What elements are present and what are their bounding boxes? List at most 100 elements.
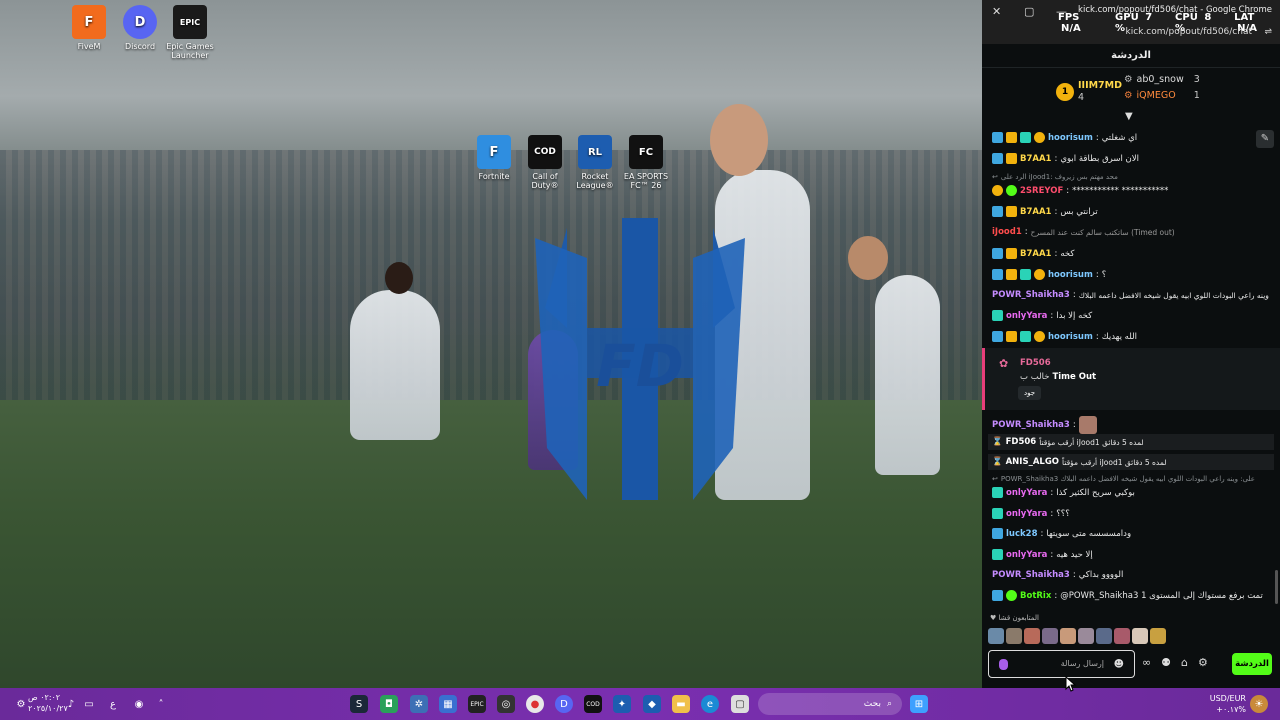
scrollbar[interactable] bbox=[1275, 570, 1278, 604]
reply-context: ↩ الرد على iJood1: محد مهتم بس زيروف bbox=[992, 173, 1270, 181]
desktop-icon-cod[interactable]: COD Call of Duty® bbox=[519, 135, 571, 190]
chat-message[interactable]: hoorisum: اي شغلتي bbox=[992, 132, 1270, 143]
app-icon[interactable]: ◎ bbox=[497, 695, 515, 713]
chat-message[interactable]: POWR_Shaikha3: bbox=[992, 416, 1270, 434]
app-icon[interactable]: ✦ bbox=[613, 695, 631, 713]
start-icon[interactable]: ⊞ bbox=[910, 695, 928, 713]
chat-message[interactable]: onlyYara: كخه إلا بدا bbox=[992, 310, 1270, 321]
message-text: ساتكتب سالم كنت عند المسرح (Timed out) bbox=[1030, 227, 1175, 237]
desktop-icon-ea-fc[interactable]: FC EA SPORTS FC™ 26 bbox=[620, 135, 672, 190]
app-icon[interactable]: ◘ bbox=[380, 695, 398, 713]
username[interactable]: iJood1 bbox=[992, 227, 1022, 237]
leader-1[interactable]: 1 IIIM7MD 4 bbox=[1056, 80, 1122, 104]
infinity-icon[interactable]: ∞ bbox=[1142, 656, 1151, 669]
desktop-icon-rocket-league[interactable]: RL Rocket League® bbox=[569, 135, 621, 190]
username[interactable]: POWR_Shaikha3 bbox=[992, 290, 1070, 300]
chat-message[interactable]: POWR_Shaikha3: الوووو بداكي bbox=[992, 570, 1270, 580]
avatar[interactable] bbox=[1078, 628, 1094, 644]
chat-message[interactable]: BotRix: @POWR_Shaikha3 تمت برفع مستواك إ… bbox=[992, 590, 1270, 601]
username[interactable]: onlyYara bbox=[1006, 311, 1047, 321]
chevron-up-icon[interactable]: ˄ bbox=[152, 695, 170, 713]
avatar[interactable] bbox=[1042, 628, 1058, 644]
language-indicator[interactable]: ع bbox=[104, 695, 122, 713]
username[interactable]: luck28 bbox=[1006, 529, 1038, 539]
gear-icon[interactable]: ⚙ bbox=[1198, 656, 1208, 669]
avatar[interactable] bbox=[1114, 628, 1130, 644]
username[interactable]: 2SREYOF bbox=[1020, 186, 1063, 196]
chrome-icon[interactable]: ● bbox=[526, 695, 544, 713]
users-icon[interactable]: ⚉ bbox=[1161, 656, 1171, 669]
chat-message[interactable]: onlyYara: بوكبي سريح الكثير كذا bbox=[992, 487, 1270, 498]
mic-icon[interactable] bbox=[999, 659, 1008, 670]
gift-icon[interactable]: ⌂ bbox=[1181, 656, 1188, 669]
currency-label: USD/EUR bbox=[1209, 694, 1246, 703]
username[interactable]: POWR_Shaikha3 bbox=[992, 570, 1070, 580]
mic-icon[interactable]: ◉ bbox=[130, 695, 148, 713]
chevron-down-icon[interactable]: ▼ bbox=[1125, 111, 1133, 122]
username[interactable]: B7AA1 bbox=[1020, 207, 1051, 217]
volume-icon[interactable]: ♪ bbox=[62, 695, 80, 713]
avatar[interactable] bbox=[1150, 628, 1166, 644]
username[interactable]: FD506 bbox=[1006, 437, 1037, 447]
chat-message[interactable]: 2SREYOF: *********** *********** bbox=[992, 185, 1270, 196]
search-box[interactable]: بحث ⌕ bbox=[758, 693, 902, 715]
close-icon[interactable]: ✕ bbox=[992, 5, 1001, 18]
mod-username[interactable]: FD506 bbox=[1020, 358, 1051, 368]
app-icon[interactable]: ▢ bbox=[731, 695, 749, 713]
maximize-icon[interactable]: ▢ bbox=[1024, 5, 1034, 18]
desktop-icon-fivem[interactable]: F FiveM bbox=[63, 5, 115, 51]
tune-icon[interactable]: ⇌ bbox=[1264, 27, 1272, 37]
username[interactable]: onlyYara bbox=[1006, 509, 1047, 519]
avatar[interactable] bbox=[1024, 628, 1040, 644]
username[interactable]: BotRix bbox=[1020, 591, 1051, 601]
gear-app-icon[interactable]: ✲ bbox=[410, 695, 428, 713]
username[interactable]: hoorisum bbox=[1048, 270, 1093, 280]
store-icon[interactable]: ▦ bbox=[439, 695, 457, 713]
avatar[interactable] bbox=[1006, 628, 1022, 644]
username[interactable]: onlyYara bbox=[1006, 550, 1047, 560]
username[interactable]: ANIS_ALGO bbox=[1006, 457, 1059, 467]
epic-taskbar-icon[interactable]: EPIC bbox=[468, 695, 486, 713]
leader-count: 4 bbox=[1078, 92, 1085, 103]
network-icon[interactable]: ▭ bbox=[80, 695, 98, 713]
username[interactable]: B7AA1 bbox=[1020, 154, 1051, 164]
avatar[interactable] bbox=[1132, 628, 1148, 644]
steam-icon[interactable]: S bbox=[350, 695, 368, 713]
desktop-icon-fortnite[interactable]: F Fortnite bbox=[468, 135, 520, 181]
edge-icon[interactable]: e bbox=[701, 695, 719, 713]
currency-widget[interactable]: USD/EUR +٠.١٧% bbox=[1210, 693, 1246, 715]
username[interactable]: onlyYara bbox=[1006, 488, 1047, 498]
avatar[interactable] bbox=[1060, 628, 1076, 644]
chat-message[interactable]: iJood1: ساتكتب سالم كنت عند المسرح (Time… bbox=[992, 227, 1270, 237]
leader-2[interactable]: ⚙ ab0_snow 3 bbox=[1124, 74, 1200, 85]
mod-action-button[interactable]: جود bbox=[1018, 386, 1042, 400]
verified-badge-icon bbox=[992, 528, 1003, 539]
chat-message[interactable]: POWR_Shaikha3: وينه راعي البودات اللوي ا… bbox=[992, 290, 1270, 300]
username[interactable]: hoorisum bbox=[1048, 133, 1093, 143]
message-input[interactable]: إرسال رسالة ☻ bbox=[988, 650, 1135, 678]
folder-icon[interactable]: ▬ bbox=[672, 695, 690, 713]
username[interactable]: B7AA1 bbox=[1020, 249, 1051, 259]
chat-message[interactable]: B7AA1: الان اسرق بطاقة ابوي bbox=[992, 153, 1270, 164]
desktop-icon-epic[interactable]: EPIC Epic Games Launcher bbox=[164, 5, 216, 60]
username[interactable]: hoorisum bbox=[1048, 332, 1093, 342]
discord-taskbar-icon[interactable]: D bbox=[555, 695, 573, 713]
chat-message[interactable]: hoorisum: ؟ bbox=[992, 269, 1270, 280]
cod-taskbar-icon[interactable]: COD bbox=[584, 695, 602, 713]
chat-message[interactable]: hoorisum: الله يهديك bbox=[992, 331, 1270, 342]
rocket-league-taskbar-icon[interactable]: ◆ bbox=[643, 695, 661, 713]
leader-3[interactable]: ⚙ iQMEGO 1 bbox=[1124, 90, 1200, 101]
emoji-icon[interactable]: ☻ bbox=[1114, 659, 1124, 670]
weather-icon[interactable]: ☀ bbox=[1250, 695, 1268, 713]
address-bar[interactable]: kick.com/popout/fd506/chat bbox=[1126, 27, 1252, 37]
chat-message[interactable]: B7AA1: كخه bbox=[992, 248, 1270, 259]
chat-message[interactable]: luck28: ودامسسسه متى سويتها bbox=[992, 528, 1270, 539]
username[interactable]: POWR_Shaikha3 bbox=[992, 420, 1070, 430]
chat-message[interactable]: onlyYara: ؟؟؟ bbox=[992, 508, 1270, 519]
send-chat-button[interactable]: الدردشة bbox=[1232, 653, 1272, 675]
chat-message[interactable]: onlyYara: إلا حيد هيه bbox=[992, 549, 1270, 560]
chat-message[interactable]: B7AA1: ترانتي بس bbox=[992, 206, 1270, 217]
avatar[interactable] bbox=[1096, 628, 1112, 644]
avatar[interactable] bbox=[988, 628, 1004, 644]
desktop-icon-discord[interactable]: D Discord bbox=[114, 5, 166, 51]
